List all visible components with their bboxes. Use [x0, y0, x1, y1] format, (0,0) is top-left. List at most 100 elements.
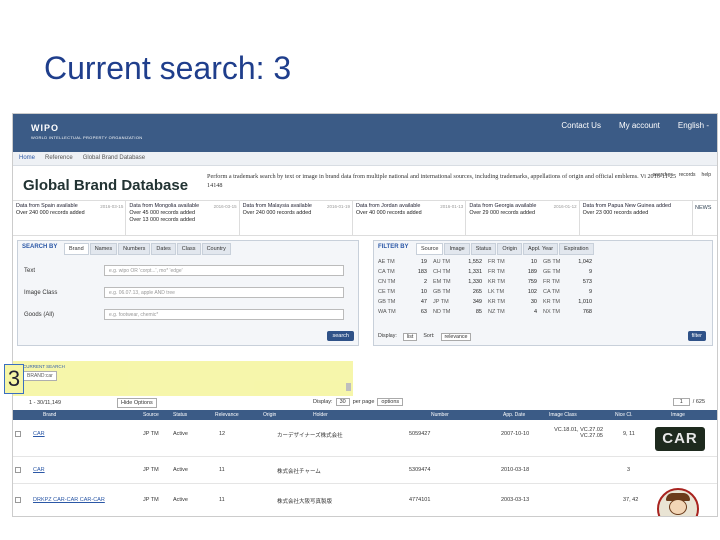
col-brand[interactable]: Brand	[43, 410, 56, 420]
contact-us-link[interactable]: Contact Us	[561, 121, 601, 130]
display-select[interactable]: list	[402, 333, 418, 341]
search-button[interactable]: search	[327, 331, 354, 341]
tab-appl-year[interactable]: Appl. Year	[523, 243, 559, 255]
hide-options-button[interactable]: Hide Options	[117, 398, 157, 408]
filter-option[interactable]: ND TM 85	[433, 307, 488, 317]
row-checkbox[interactable]	[15, 431, 21, 437]
goods-input[interactable]: e.g. footwear, chemic*	[104, 309, 344, 320]
row-number: 5059427	[409, 431, 431, 437]
filter-row: CN TM 2 EM TM 1,330 KR TM 759 FR TM 573	[378, 277, 708, 287]
filter-option[interactable]: KR TM 30	[488, 297, 543, 307]
brand-link[interactable]: CAR	[33, 467, 45, 473]
filter-option[interactable]: LK TM 102	[488, 287, 543, 297]
filter-option[interactable]: NZ TM 4	[488, 307, 543, 317]
tab-source[interactable]: Source	[416, 243, 444, 255]
image-class-input[interactable]: e.g. 06.07.13, apple AND tree	[104, 287, 344, 298]
col-holder[interactable]: Holder	[313, 410, 328, 420]
news-item[interactable]: 2016-01-12 Data from Georgia available Ove…	[466, 201, 580, 235]
filter-option[interactable]: FR TM 573	[543, 277, 598, 287]
col-number[interactable]: Number	[431, 410, 449, 420]
per-page-select[interactable]: 30	[335, 398, 350, 406]
filter-option[interactable]: GE TM 9	[543, 267, 598, 277]
records-link[interactable]: records	[679, 172, 696, 178]
filter-option[interactable]: NX TM 768	[543, 307, 598, 317]
help-link[interactable]: help	[702, 172, 711, 178]
tab-numbers[interactable]: Numbers	[118, 243, 151, 255]
tab-expiration[interactable]: Expiration	[559, 243, 594, 255]
search-panel: SEARCH BY Brand Names Numbers Dates Clas…	[17, 240, 359, 346]
filter-option[interactable]: FR TM 189	[488, 267, 543, 277]
brand-link[interactable]: DRKPZ CAR-CAR CAR-CAR	[33, 497, 105, 503]
display-label: Display:	[378, 333, 397, 339]
current-search-tag[interactable]: BRAND:car	[23, 371, 57, 381]
row-checkbox[interactable]	[15, 467, 21, 473]
filter-option-count: 1,042	[578, 259, 592, 265]
filter-option[interactable]: CN TM 2	[378, 277, 433, 287]
filter-option[interactable]: GB TM 265	[433, 287, 488, 297]
scroll-handle[interactable]	[346, 383, 351, 391]
filter-panel: FILTER BY Source Image Status Origin App…	[373, 240, 713, 346]
col-status[interactable]: Status	[173, 410, 187, 420]
language-selector[interactable]: English -	[678, 121, 709, 130]
col-relevance[interactable]: Relevance	[215, 410, 239, 420]
filter-option[interactable]: WA TM 63	[378, 307, 433, 317]
filter-option-label: AU TM	[433, 259, 451, 265]
tab-status[interactable]: Status	[470, 243, 497, 255]
breadcrumb-gbd[interactable]: Global Brand Database	[83, 155, 145, 162]
news-item[interactable]: 2016-01-13 Data from Jordan available Over…	[353, 201, 467, 235]
filter-option-count: 1,330	[468, 279, 482, 285]
my-account-link[interactable]: My account	[619, 121, 660, 130]
news-item[interactable]: 2016-03-15 Data from Mongolia available Ov…	[126, 201, 240, 235]
col-origin[interactable]: Origin	[263, 410, 276, 420]
annotation-marker: 3	[4, 364, 24, 394]
news-item[interactable]: 2016-01-19 Data from Malaysia available Ov…	[240, 201, 353, 235]
filter-option[interactable]: GB TM 47	[378, 297, 433, 307]
mascot-image[interactable]	[657, 488, 699, 516]
col-source[interactable]: Source	[143, 410, 159, 420]
filter-option-count: 9	[588, 289, 592, 295]
filter-option[interactable]: JP TM 349	[433, 297, 488, 307]
news-item[interactable]: Data from Papua New Guinea added Over 23 …	[580, 201, 693, 235]
filter-option[interactable]: CE TM 10	[378, 287, 433, 297]
filter-option[interactable]: KR TM 759	[488, 277, 543, 287]
table-row[interactable]: DRKPZ CAR-CAR CAR-CAR JP TM Active 11 株式…	[13, 485, 717, 516]
tab-brand[interactable]: Brand	[64, 243, 89, 255]
filter-option[interactable]: AU TM 1,552	[433, 257, 488, 267]
text-input[interactable]: e.g. wipo OR 'corpt...', mo* 'edge'	[104, 265, 344, 276]
breadcrumb-reference[interactable]: Reference	[45, 155, 73, 162]
table-row[interactable]: CAR JP TM Active 12 カーデザイナーズ株式会社 5059427…	[13, 421, 717, 457]
news-item[interactable]: 2016-03-15 Data from Spain available Over …	[13, 201, 127, 235]
filter-option[interactable]: CA TM 183	[378, 267, 433, 277]
tab-origin[interactable]: Origin	[497, 243, 522, 255]
row-number: 5309474	[409, 467, 431, 473]
car-logo-image[interactable]: CAR	[655, 427, 705, 451]
row-status: Active	[173, 431, 188, 437]
searches-link[interactable]: searches	[653, 172, 673, 178]
filter-option[interactable]: FR TM 10	[488, 257, 543, 267]
filter-option[interactable]: AE TM 19	[378, 257, 433, 267]
wipo-logo[interactable]: WIPO WORLD INTELLECTUAL PROPERTY ORGANIZA…	[31, 123, 142, 140]
col-nice[interactable]: Nice Cl.	[615, 410, 633, 420]
news-button[interactable]: NEWS	[693, 201, 717, 235]
tab-class[interactable]: Class	[176, 243, 201, 255]
row-checkbox[interactable]	[15, 497, 21, 503]
table-row[interactable]: CAR JP TM Active 11 株式会社チャーム 5309474 201…	[13, 458, 717, 484]
filter-option[interactable]: GB TM 1,042	[543, 257, 598, 267]
breadcrumb-home[interactable]: Home	[19, 155, 35, 162]
filter-option[interactable]: EM TM 1,330	[433, 277, 488, 287]
page-input[interactable]: 1	[672, 398, 690, 406]
filter-option[interactable]: CH TM 1,331	[433, 267, 488, 277]
col-app-date[interactable]: App. Date	[503, 410, 525, 420]
tab-names[interactable]: Names	[89, 243, 118, 255]
tab-dates[interactable]: Dates	[151, 243, 176, 255]
sort-select[interactable]: relevance	[440, 333, 472, 341]
filter-option[interactable]: KR TM 1,010	[543, 297, 598, 307]
col-image-class[interactable]: Image Class	[549, 410, 577, 420]
tab-country[interactable]: Country	[201, 243, 231, 255]
filter-option-count: 10	[420, 289, 427, 295]
options-button[interactable]: options	[377, 398, 404, 406]
filter-button[interactable]: filter	[687, 331, 706, 341]
filter-option[interactable]: CA TM 9	[543, 287, 598, 297]
tab-image[interactable]: Image	[444, 243, 470, 255]
brand-link[interactable]: CAR	[33, 431, 45, 437]
